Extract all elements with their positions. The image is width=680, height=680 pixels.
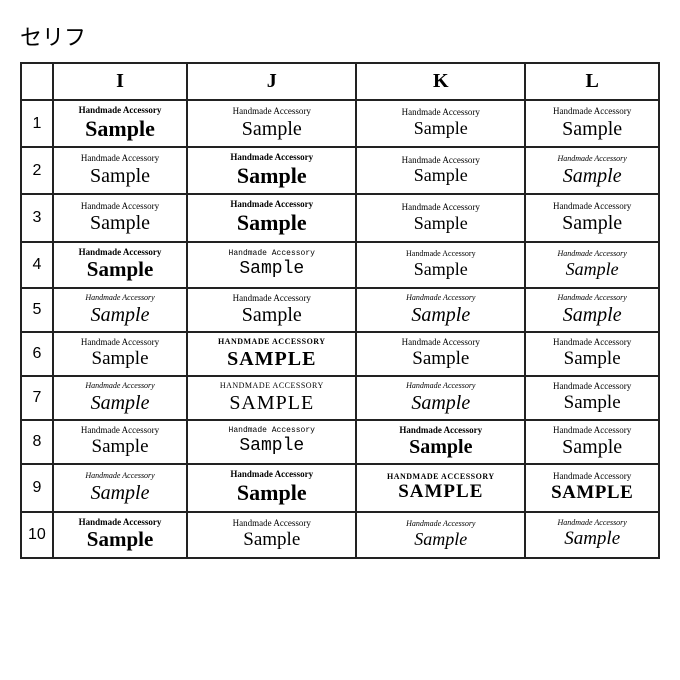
cell-10-I: Handmade Accessory Sample [53,512,187,558]
cell-3-K: Handmade Accessory Sample [356,194,525,241]
cell-7-K: Handmade Accessory Sample [356,376,525,420]
row-number: 3 [21,194,53,241]
col-header-K: K [356,63,525,100]
col-header-L: L [525,63,659,100]
cell-2-K: Handmade Accessory Sample [356,147,525,194]
cell-1-I: Handmade Accessory Sample [53,100,187,147]
row-number: 10 [21,512,53,558]
cell-7-I: Handmade Accessory Sample [53,376,187,420]
cell-1-K: Handmade Accessory Sample [356,100,525,147]
row-number: 7 [21,376,53,420]
cell-2-I: Handmade Accessory Sample [53,147,187,194]
cell-4-J: Handmade Accessory Sample [187,242,356,288]
cell-7-L: Handmade Accessory Sample [525,376,659,420]
col-header-J: J [187,63,356,100]
table-row: 7 Handmade Accessory Sample HANDMADE ACC… [21,376,659,420]
cell-7-J: HANDMADE ACCESSORY SAMPLE [187,376,356,420]
cell-6-K: Handmade Accessory Sample [356,332,525,376]
cell-5-L: Handmade Accessory Sample [525,288,659,333]
cell-6-I: Handmade Accessory Sample [53,332,187,376]
cell-10-J: Handmade Accessory Sample [187,512,356,558]
cell-1-J: Handmade Accessory Sample [187,100,356,147]
cell-4-L: Handmade Accessory Sample [525,242,659,288]
table-row: 4 Handmade Accessory Sample Handmade Acc… [21,242,659,288]
cell-2-L: Handmade Accessory Sample [525,147,659,194]
cell-9-I: Handmade Accessory Sample [53,464,187,511]
cell-8-L: Handmade Accessory Sample [525,420,659,465]
cell-10-L: Handmade Accessory Sample [525,512,659,558]
table-row: 2 Handmade Accessory Sample Handmade Acc… [21,147,659,194]
cell-3-L: Handmade Accessory Sample [525,194,659,241]
page-title: セリフ [20,20,660,52]
cell-6-J: HANDMADE ACCESSORY SAMPLE [187,332,356,376]
table-row: 5 Handmade Accessory Sample Handmade Acc… [21,288,659,333]
cell-5-J: Handmade Accessory Sample [187,288,356,333]
cell-1-L: Handmade Accessory Sample [525,100,659,147]
table-row: 6 Handmade Accessory Sample HANDMADE ACC… [21,332,659,376]
cell-10-K: Handmade Accessory Sample [356,512,525,558]
cell-2-J: Handmade Accessory Sample [187,147,356,194]
cell-8-K: Handmade Accessory Sample [356,420,525,465]
cell-3-I: Handmade Accessory Sample [53,194,187,241]
row-number: 1 [21,100,53,147]
row-number: 5 [21,288,53,333]
row-number: 6 [21,332,53,376]
table-row: 1 Handmade Accessory Sample Handmade Acc… [21,100,659,147]
col-header-empty [21,63,53,100]
font-table: I J K L 1 Handmade Accessory Sample Hand… [20,62,660,559]
col-header-I: I [53,63,187,100]
cell-4-K: Handmade Accessory Sample [356,242,525,288]
row-number: 2 [21,147,53,194]
row-number: 9 [21,464,53,511]
table-row: 8 Handmade Accessory Sample Handmade Acc… [21,420,659,465]
cell-8-J: Handmade Accessory Sample [187,420,356,465]
cell-9-K: HANDMADE ACCESSORY SAMPLE [356,464,525,511]
table-row: 9 Handmade Accessory Sample Handmade Acc… [21,464,659,511]
cell-9-L: Handmade Accessory SAMPLE [525,464,659,511]
row-number: 8 [21,420,53,465]
cell-9-J: Handmade Accessory Sample [187,464,356,511]
cell-4-I: Handmade Accessory Sample [53,242,187,288]
table-row: 10 Handmade Accessory Sample Handmade Ac… [21,512,659,558]
cell-8-I: Handmade Accessory Sample [53,420,187,465]
cell-3-J: Handmade Accessory Sample [187,194,356,241]
cell-5-K: Handmade Accessory Sample [356,288,525,333]
cell-5-I: Handmade Accessory Sample [53,288,187,333]
cell-6-L: Handmade Accessory Sample [525,332,659,376]
table-row: 3 Handmade Accessory Sample Handmade Acc… [21,194,659,241]
row-number: 4 [21,242,53,288]
